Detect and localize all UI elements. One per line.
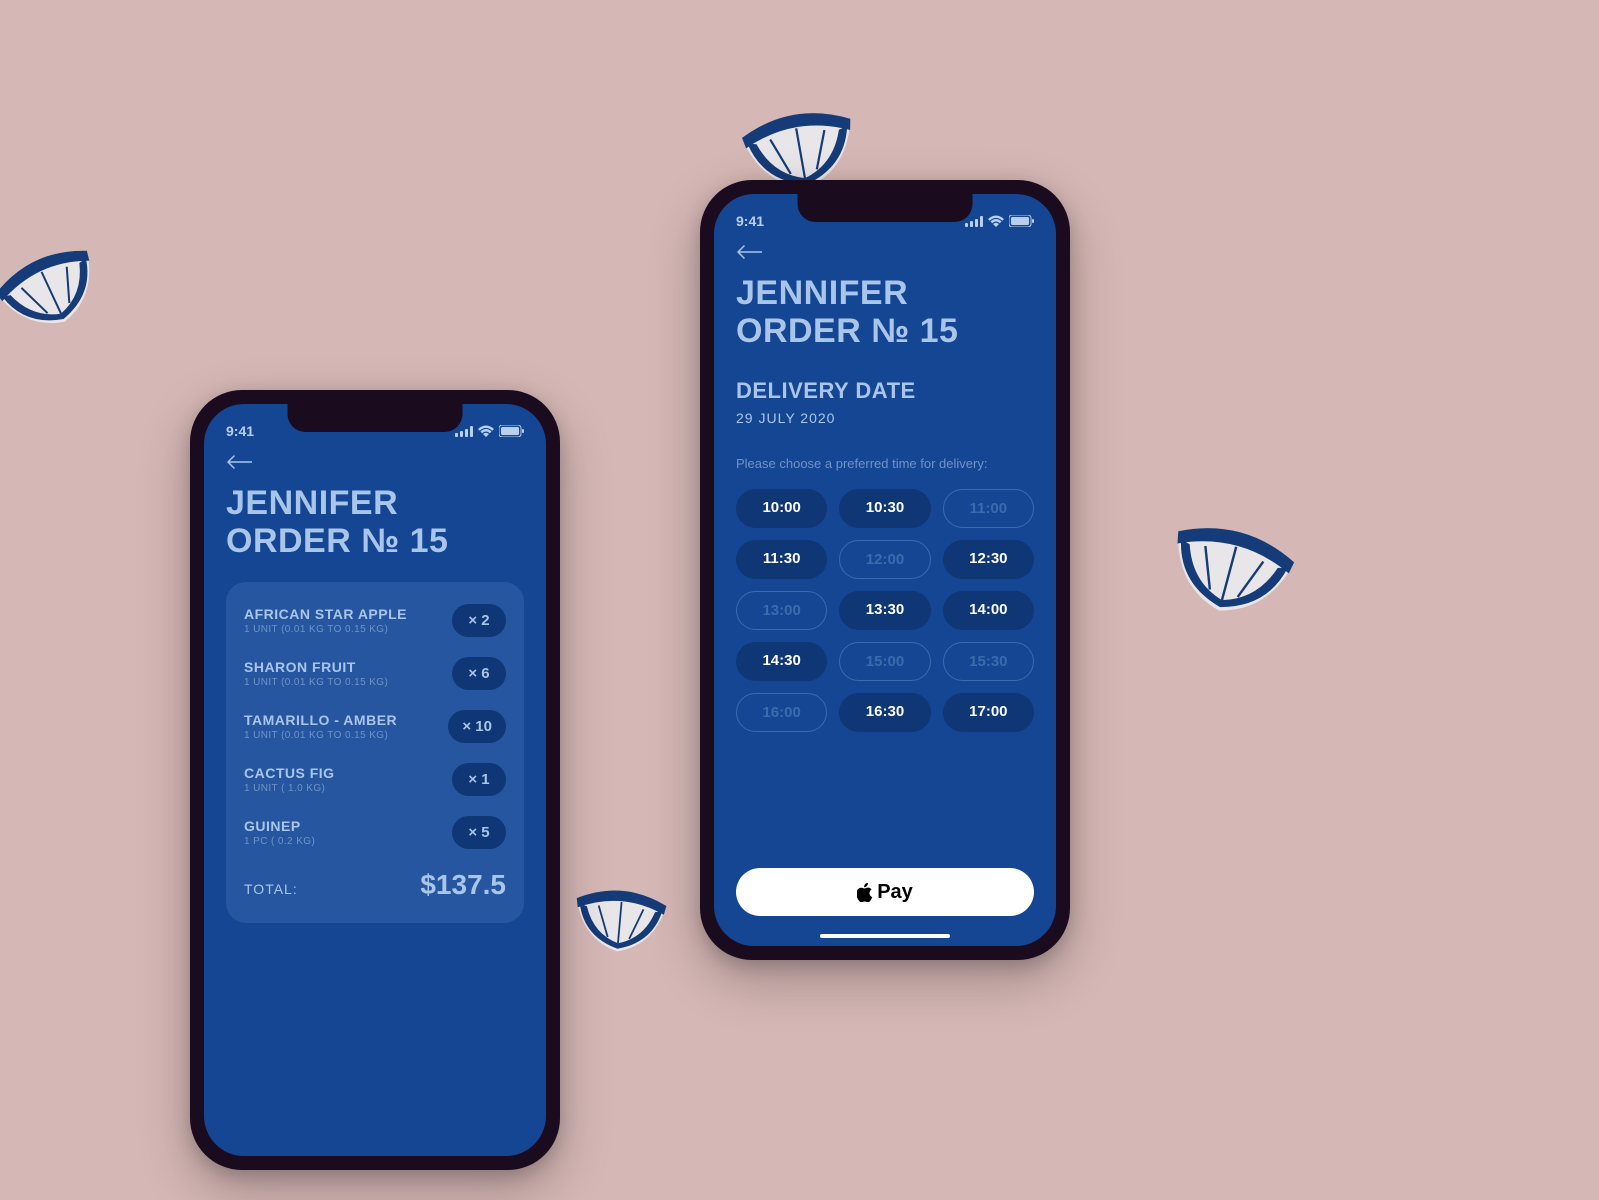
time-slot[interactable]: 14:00 <box>943 591 1034 630</box>
time-grid: 10:00 10:30 11:00 11:30 12:00 12:30 13:00 13:30… <box>736 489 1034 732</box>
time-slot: 15:30 <box>943 642 1034 681</box>
phone-order-summary: 9:41 JENNIFER ORDER № 15 AFRICAN STAR AP… <box>190 390 560 1170</box>
notch <box>798 194 973 222</box>
order-item-name: GUINEP <box>244 818 442 834</box>
fruit-slice-icon <box>563 879 677 960</box>
page-title-line1: JENNIFER <box>736 274 1034 312</box>
cellular-icon <box>455 426 473 437</box>
time-slot[interactable]: 11:30 <box>736 540 827 579</box>
status-time: 9:41 <box>226 423 254 439</box>
apple-logo-icon <box>857 883 873 902</box>
quantity-pill[interactable]: × 1 <box>452 763 506 796</box>
quantity-pill[interactable]: × 2 <box>452 604 506 637</box>
time-slot[interactable]: 16:30 <box>839 693 930 732</box>
order-card: AFRICAN STAR APPLE 1 UNIT (0.01 KG TO 0.1… <box>226 582 524 923</box>
battery-icon <box>499 425 524 437</box>
cellular-icon <box>965 216 983 227</box>
notch <box>288 404 463 432</box>
order-item-desc: 1 UNIT (0.01 KG TO 0.15 KG) <box>244 677 442 688</box>
status-indicators <box>965 215 1034 227</box>
time-slot[interactable]: 12:30 <box>943 540 1034 579</box>
time-slot: 11:00 <box>943 489 1034 528</box>
status-time: 9:41 <box>736 213 764 229</box>
total-amount: $137.5 <box>420 869 506 901</box>
page-title-line2: ORDER № 15 <box>736 312 1034 350</box>
arrow-left-icon <box>226 455 252 469</box>
back-button[interactable] <box>226 452 256 472</box>
time-prompt: Please choose a preferred time for deliv… <box>736 456 1034 471</box>
quantity-pill[interactable]: × 6 <box>452 657 506 690</box>
quantity-pill[interactable]: × 10 <box>448 710 506 743</box>
time-slot[interactable]: 14:30 <box>736 642 827 681</box>
order-item-name: SHARON FRUIT <box>244 659 442 675</box>
order-item-desc: 1 UNIT ( 1.0 KG) <box>244 783 442 794</box>
page-title-line2: ORDER № 15 <box>226 522 524 560</box>
status-indicators <box>455 425 524 437</box>
order-item-desc: 1 UNIT (0.01 KG TO 0.15 KG) <box>244 730 438 741</box>
home-indicator[interactable] <box>820 934 950 938</box>
order-item-name: CACTUS FIG <box>244 765 442 781</box>
total-label: TOTAL: <box>244 881 298 897</box>
order-item: GUINEP 1 PC ( 0.2 KG) × 5 <box>244 816 506 849</box>
time-slot[interactable]: 10:30 <box>839 489 930 528</box>
order-item-desc: 1 UNIT (0.01 KG TO 0.15 KG) <box>244 624 442 635</box>
apple-pay-button[interactable]: Pay <box>736 868 1034 916</box>
fruit-slice-icon <box>0 228 121 351</box>
delivery-date-title: DELIVERY DATE <box>736 378 1034 404</box>
fruit-slice-icon <box>1148 505 1312 635</box>
arrow-left-icon <box>736 245 762 259</box>
wifi-icon <box>478 425 494 437</box>
quantity-pill[interactable]: × 5 <box>452 816 506 849</box>
order-item: SHARON FRUIT 1 UNIT (0.01 KG TO 0.15 KG) ×… <box>244 657 506 690</box>
total-row: TOTAL: $137.5 <box>244 869 506 901</box>
wifi-icon <box>988 215 1004 227</box>
pay-label: Pay <box>877 881 913 904</box>
time-slot: 12:00 <box>839 540 930 579</box>
order-item: AFRICAN STAR APPLE 1 UNIT (0.01 KG TO 0.1… <box>244 604 506 637</box>
page-title-line1: JENNIFER <box>226 484 524 522</box>
time-slot: 15:00 <box>839 642 930 681</box>
order-item: CACTUS FIG 1 UNIT ( 1.0 KG) × 1 <box>244 763 506 796</box>
time-slot: 13:00 <box>736 591 827 630</box>
time-slot[interactable]: 13:30 <box>839 591 930 630</box>
order-item-name: AFRICAN STAR APPLE <box>244 606 442 622</box>
time-slot[interactable]: 10:00 <box>736 489 827 528</box>
back-button[interactable] <box>736 242 766 262</box>
order-item-name: TAMARILLO - AMBER <box>244 712 438 728</box>
phone-delivery: 9:41 JENNIFER ORDER № 15 DELIVERY DATE 2… <box>700 180 1070 960</box>
order-item-desc: 1 PC ( 0.2 KG) <box>244 836 442 847</box>
time-slot[interactable]: 17:00 <box>943 693 1034 732</box>
order-item: TAMARILLO - AMBER 1 UNIT (0.01 KG TO 0.15… <box>244 710 506 743</box>
battery-icon <box>1009 215 1034 227</box>
delivery-date-value: 29 JULY 2020 <box>736 410 1034 426</box>
time-slot: 16:00 <box>736 693 827 732</box>
